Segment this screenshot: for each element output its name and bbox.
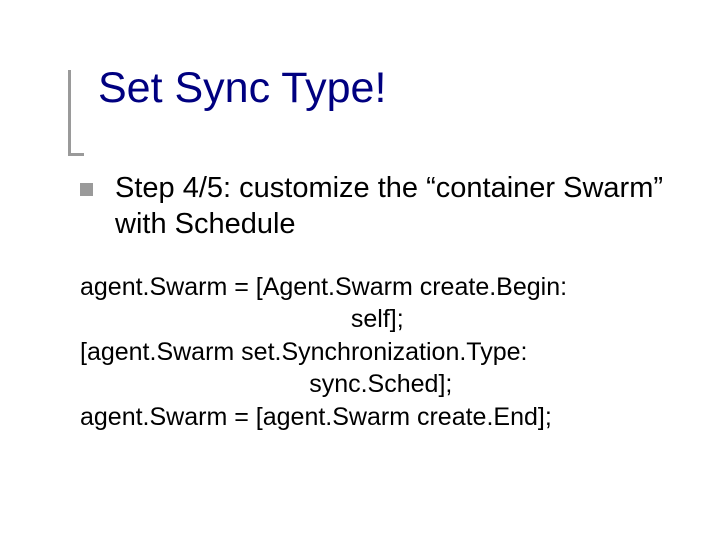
code-line-5: agent.Swarm = [agent.Swarm create.End]; bbox=[80, 403, 552, 431]
slide: Set Sync Type! Step 4/5: customize the “… bbox=[0, 0, 720, 540]
code-line-3: [agent.Swarm set.Synchronization.Type: bbox=[80, 338, 527, 366]
bullet-item: Step 4/5: customize the “container Swarm… bbox=[80, 170, 680, 243]
square-bullet-icon bbox=[80, 183, 93, 196]
code-line-4: sync.Sched]; bbox=[80, 370, 452, 398]
code-line-2: self]; bbox=[80, 305, 404, 333]
slide-title: Set Sync Type! bbox=[68, 66, 668, 111]
code-line-1: agent.Swarm = [Agent.Swarm create.Begin: bbox=[80, 273, 567, 301]
body-area: Step 4/5: customize the “container Swarm… bbox=[80, 170, 680, 433]
title-area: Set Sync Type! bbox=[68, 66, 668, 111]
step-text: Step 4/5: customize the “container Swarm… bbox=[115, 170, 680, 243]
code-block: agent.Swarm = [Agent.Swarm create.Begin:… bbox=[80, 271, 680, 434]
